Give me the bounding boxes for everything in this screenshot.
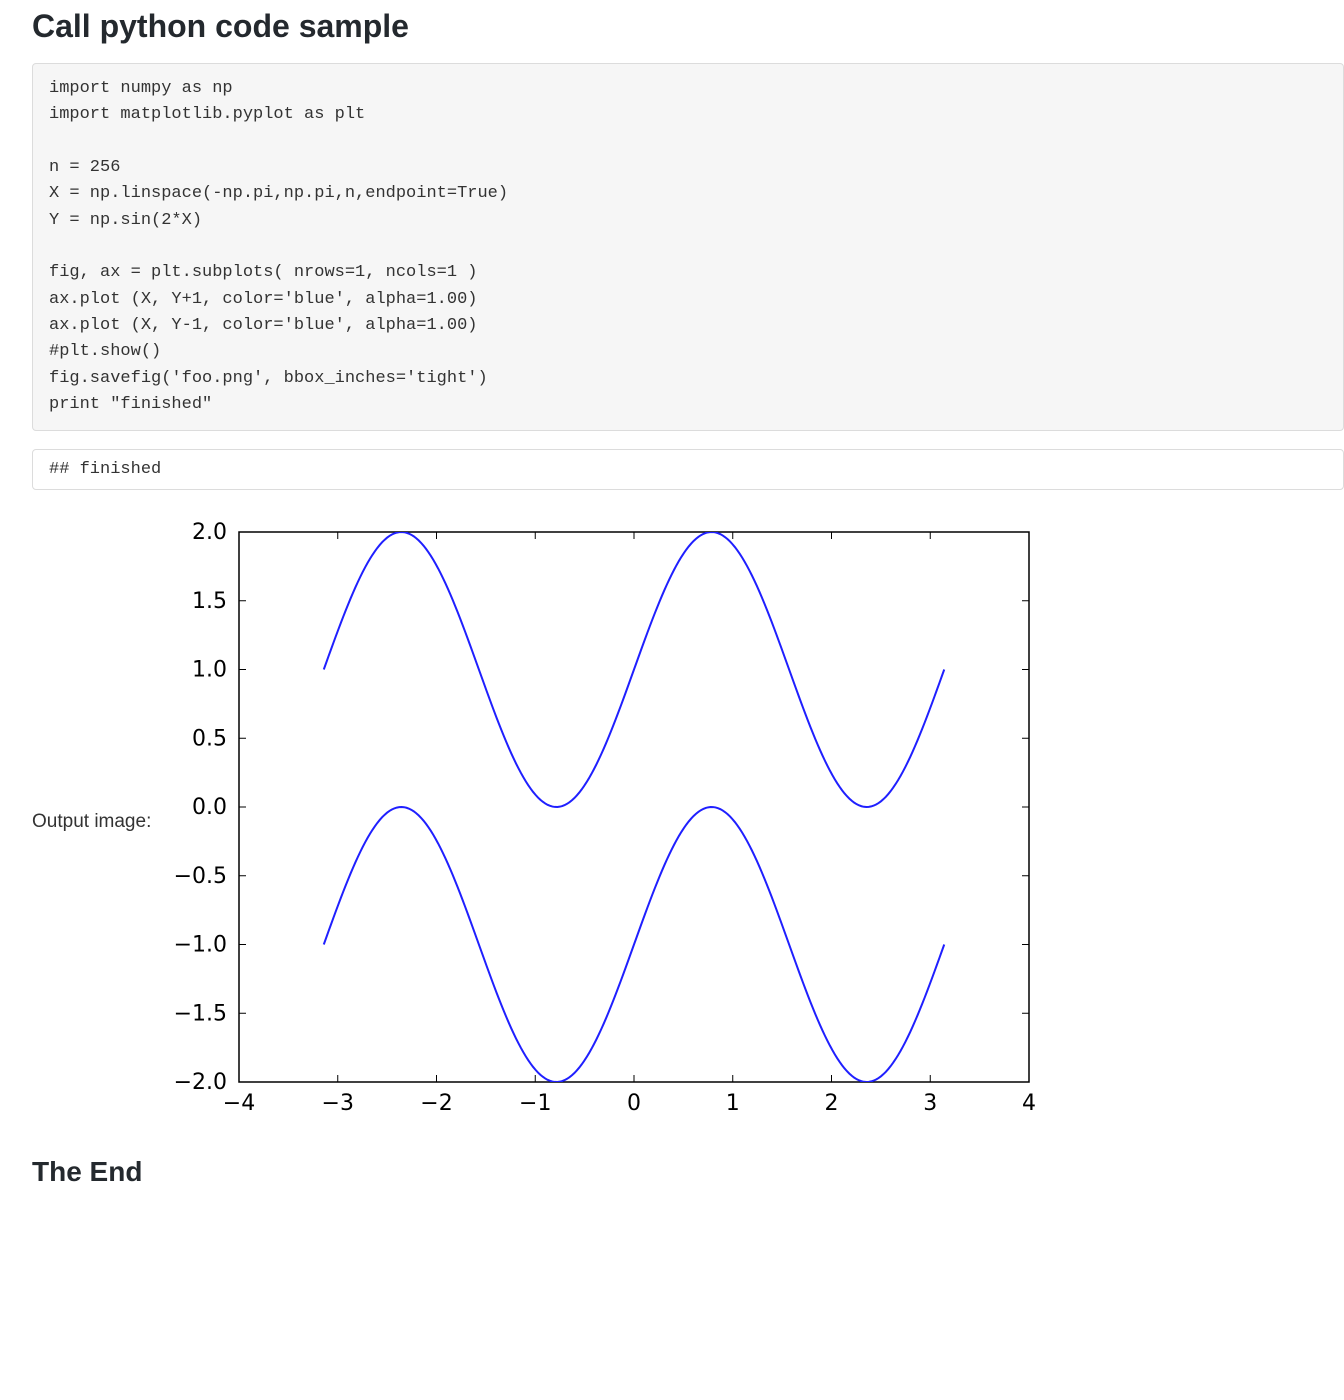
svg-text:−1: −1 (519, 1091, 551, 1116)
svg-text:−3: −3 (322, 1091, 354, 1116)
svg-text:−2: −2 (421, 1091, 453, 1116)
output-image-row: Output image: −4−3−2−101234−2.0−1.5−1.0−… (32, 512, 1344, 1132)
svg-text:1.0: 1.0 (192, 658, 227, 683)
svg-text:−1.0: −1.0 (174, 933, 227, 958)
output-chart: −4 −3 −2 −1 0 1 2 3 4 −2.0 −1.5 −1.0 −0.5 0.0 0.5 1.0 1.… (159, 512, 1059, 1132)
svg-text:3: 3 (924, 1091, 938, 1116)
svg-text:0.5: 0.5 (192, 727, 227, 752)
stdout-output: ## finished (32, 449, 1344, 490)
svg-text:0.0: 0.0 (192, 795, 227, 820)
svg-text:4: 4 (1022, 1091, 1036, 1116)
svg-text:2.0: 2.0 (192, 520, 227, 545)
svg-text:−0.5: −0.5 (174, 864, 227, 889)
svg-text:0: 0 (627, 1091, 641, 1116)
end-heading: The End (32, 1156, 1344, 1188)
code-block: import numpy as np import matplotlib.pyp… (32, 63, 1344, 431)
output-image-label: Output image: (32, 811, 151, 833)
svg-text:−4: −4 (223, 1091, 255, 1116)
section-heading: Call python code sample (32, 8, 1344, 45)
svg-text:−2.0: −2.0 (174, 1070, 227, 1095)
svg-text:1: 1 (726, 1091, 740, 1116)
svg-text:1.5: 1.5 (192, 589, 227, 614)
svg-text:2: 2 (825, 1091, 839, 1116)
svg-text:−1.5: −1.5 (174, 1002, 227, 1027)
